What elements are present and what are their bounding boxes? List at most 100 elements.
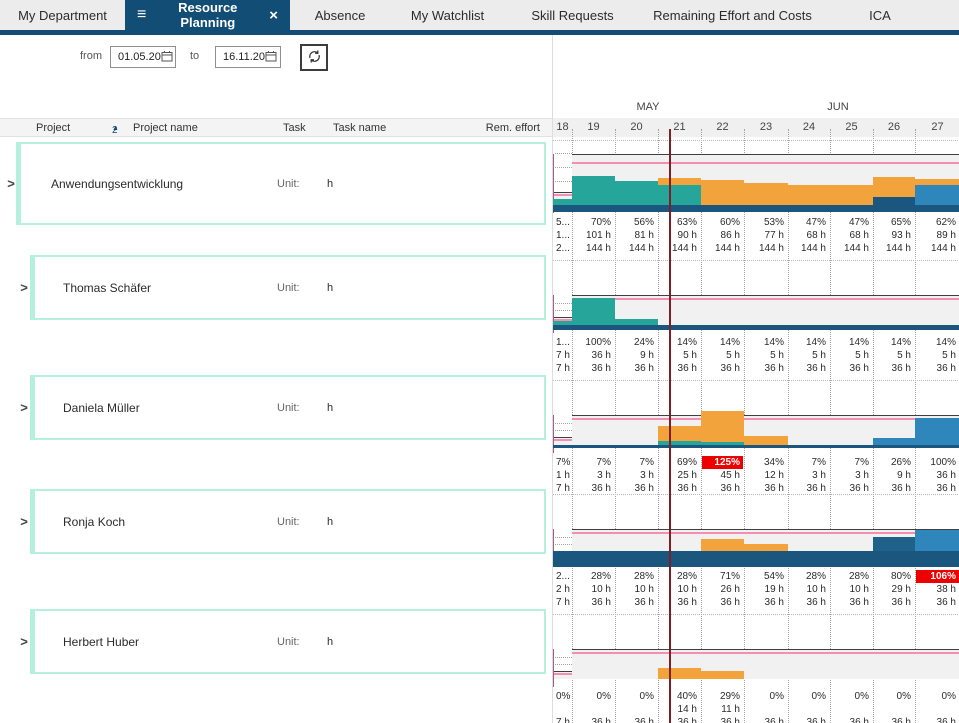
planned-hours: 1 h (554, 469, 571, 482)
utilization-percent: 7% (573, 456, 614, 469)
utilization-bar (915, 530, 959, 551)
expand-row-chevron[interactable]: > (17, 280, 31, 295)
tab-resource-planning[interactable]: ≡Resource Planning× (125, 0, 290, 30)
utilization-percent: 40% (659, 690, 700, 703)
utilization-percent: 28% (789, 570, 829, 583)
utilization-percent: 54% (745, 570, 787, 583)
column-header-project: Project (36, 122, 70, 134)
capacity-hours: 144 h (573, 242, 614, 255)
row-chart (553, 497, 959, 569)
person-name: Thomas Schäfer (63, 281, 151, 295)
capacity-hours: 36 h (659, 716, 700, 723)
column-header-project-name: Project name (133, 122, 198, 134)
utilization-percent: 56% (616, 216, 657, 229)
utilization-percent: 2... (554, 570, 571, 583)
mini-grid-line (555, 310, 572, 311)
tab-absence[interactable]: Absence (290, 0, 390, 30)
resource-row-card: Thomas SchäferUnit:h (30, 255, 546, 320)
planned-hours: 9 h (616, 349, 657, 362)
row-separator (553, 140, 959, 141)
mini-grid-line (555, 153, 572, 154)
capacity-hours: 36 h (831, 596, 872, 609)
capacity-hours: 36 h (789, 362, 829, 375)
week-label: 19 (572, 121, 615, 133)
planned-hours: 77 h (745, 229, 787, 242)
tab-my-department[interactable]: My Department (0, 0, 125, 30)
calendar-icon[interactable] (265, 50, 277, 65)
capacity-hours: 36 h (874, 596, 914, 609)
planned-hours: 5 h (789, 349, 829, 362)
planned-hours: 2 h (554, 583, 571, 596)
utilization-percent: 0% (831, 690, 872, 703)
capacity-hours: 36 h (874, 362, 914, 375)
utilization-percent: 80% (874, 570, 914, 583)
utilization-percent: 60% (702, 216, 743, 229)
capacity-hours: 36 h (916, 362, 959, 375)
utilization-percent: 14% (789, 336, 829, 349)
planned-hours: 25 h (659, 469, 700, 482)
tab-remaining-effort-and-costs[interactable]: Remaining Effort and Costs (640, 0, 825, 30)
planned-hours: 90 h (659, 229, 700, 242)
planned-hours: 26 h (702, 583, 743, 596)
utilization-percent: 47% (831, 216, 872, 229)
baseline-strip (553, 325, 959, 330)
utilization-percent: 7% (789, 456, 829, 469)
utilization-bar (615, 319, 658, 325)
week-label: 20 (615, 121, 658, 133)
utilization-percent: 26% (874, 456, 914, 469)
planned-hours (616, 703, 657, 716)
tab-ica[interactable]: ICA (825, 0, 935, 30)
expand-row-chevron[interactable]: > (4, 176, 18, 191)
capacity-hours: 2... (554, 242, 571, 255)
capacity-hours: 36 h (916, 596, 959, 609)
refresh-button[interactable] (300, 44, 328, 71)
planned-hours: 12 h (745, 469, 787, 482)
person-name: Ronja Koch (63, 515, 125, 529)
capacity-hours: 36 h (702, 596, 743, 609)
utilization-percent: 28% (616, 570, 657, 583)
utilization-percent: 100% (916, 456, 959, 469)
planned-hours (745, 703, 787, 716)
planned-hours: 3 h (831, 469, 872, 482)
planned-hours (916, 703, 959, 716)
planned-hours: 5 h (916, 349, 959, 362)
from-date-input[interactable]: 01.05.20 (110, 46, 176, 68)
utilization-bar (873, 177, 915, 197)
expand-row-chevron[interactable]: > (17, 634, 31, 649)
utilization-bar (830, 185, 873, 205)
expand-row-chevron[interactable]: > (17, 400, 31, 415)
capacity-line (572, 532, 959, 534)
planned-hours: 14 h (659, 703, 700, 716)
capacity-hours: 36 h (745, 362, 787, 375)
to-date-input[interactable]: 16.11.20 (215, 46, 281, 68)
capacity-line-partial (553, 439, 572, 441)
utilization-bar (615, 181, 658, 205)
utilization-bar (658, 185, 701, 205)
planned-hours: 5 h (659, 349, 700, 362)
utilization-percent: 28% (831, 570, 872, 583)
planned-hours (789, 703, 829, 716)
unit-value: h (327, 636, 333, 648)
utilization-percent: 1... (554, 336, 571, 349)
utilization-percent: 28% (659, 570, 700, 583)
baseline-strip (553, 551, 959, 567)
planned-hours: 5 h (702, 349, 743, 362)
tab-skill-requests[interactable]: Skill Requests (505, 0, 640, 30)
tab-my-watchlist[interactable]: My Watchlist (390, 0, 505, 30)
utilization-percent: 47% (789, 216, 829, 229)
capacity-line-partial (553, 194, 572, 196)
utilization-bar (658, 426, 701, 441)
utilization-percent: 5... (554, 216, 571, 229)
utilization-bar (915, 185, 959, 205)
planned-hours: 89 h (916, 229, 959, 242)
expand-row-chevron[interactable]: > (17, 514, 31, 529)
unit-value: h (327, 516, 333, 528)
week-label: 21 (658, 121, 701, 133)
calendar-icon[interactable] (161, 50, 173, 65)
planned-hours (831, 703, 872, 716)
week-label: 22 (701, 121, 744, 133)
capacity-hours: 36 h (789, 716, 829, 723)
close-tab-icon[interactable]: × (269, 8, 278, 23)
utilization-bar (572, 176, 615, 205)
menu-icon[interactable]: ≡ (137, 7, 146, 23)
